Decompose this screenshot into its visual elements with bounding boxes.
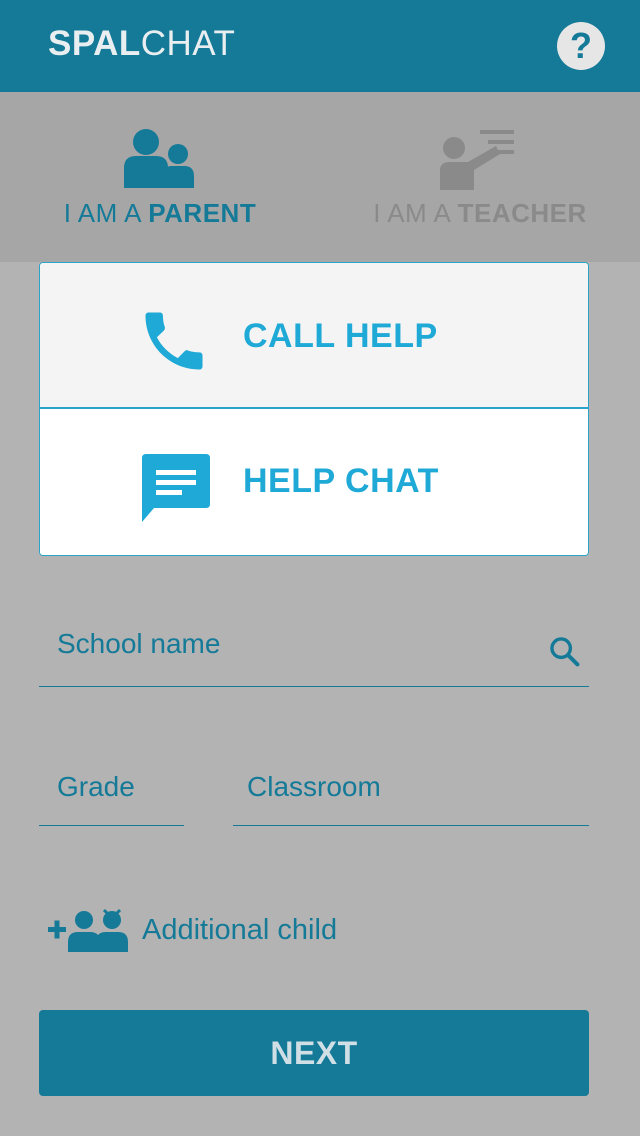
phone-icon bbox=[145, 312, 203, 370]
classroom-input[interactable]: Classroom bbox=[233, 752, 589, 826]
school-name-placeholder: School name bbox=[57, 628, 221, 659]
role-label-parent: I AM A PARENT bbox=[63, 198, 257, 228]
search-icon[interactable] bbox=[547, 634, 581, 668]
help-chat-label: HELP CHAT bbox=[243, 462, 439, 500]
app-screen: SPALCHAT ? I AM A PARENT I AM A TEACHER bbox=[0, 0, 640, 1136]
app-title: SPALCHAT bbox=[48, 24, 235, 64]
role-selector: I AM A PARENT I AM A TEACHER bbox=[0, 92, 640, 262]
next-label: NEXT bbox=[270, 1034, 358, 1071]
help-options-popup: CALL HELP HELP CHAT bbox=[39, 262, 589, 556]
add-children-icon bbox=[48, 908, 128, 952]
app-title-bold: SPAL bbox=[48, 24, 141, 63]
classroom-placeholder: Classroom bbox=[247, 771, 381, 802]
call-help-label: CALL HELP bbox=[243, 317, 438, 355]
help-chat-button[interactable]: HELP CHAT bbox=[40, 410, 588, 555]
app-title-rest: CHAT bbox=[140, 24, 236, 63]
role-tab-teacher[interactable]: I AM A TEACHER bbox=[320, 92, 640, 262]
teacher-icon bbox=[440, 130, 514, 190]
help-button[interactable]: ? bbox=[557, 22, 605, 70]
school-name-input[interactable]: School name bbox=[39, 610, 589, 687]
role-tab-parent[interactable]: I AM A PARENT bbox=[0, 92, 320, 262]
grade-placeholder: Grade bbox=[57, 771, 135, 802]
call-help-button[interactable]: CALL HELP bbox=[40, 263, 588, 409]
next-button[interactable]: NEXT bbox=[39, 1010, 589, 1096]
additional-child-label: Additional child bbox=[142, 914, 338, 946]
grade-input[interactable]: Grade bbox=[39, 752, 184, 826]
additional-child-button[interactable]: Additional child bbox=[46, 900, 406, 960]
question-circle-icon: ? bbox=[570, 25, 592, 66]
top-bar: SPALCHAT ? bbox=[0, 0, 640, 92]
parent-icon bbox=[124, 129, 194, 188]
chat-icon bbox=[142, 454, 210, 522]
role-label-teacher: I AM A TEACHER bbox=[373, 198, 587, 228]
